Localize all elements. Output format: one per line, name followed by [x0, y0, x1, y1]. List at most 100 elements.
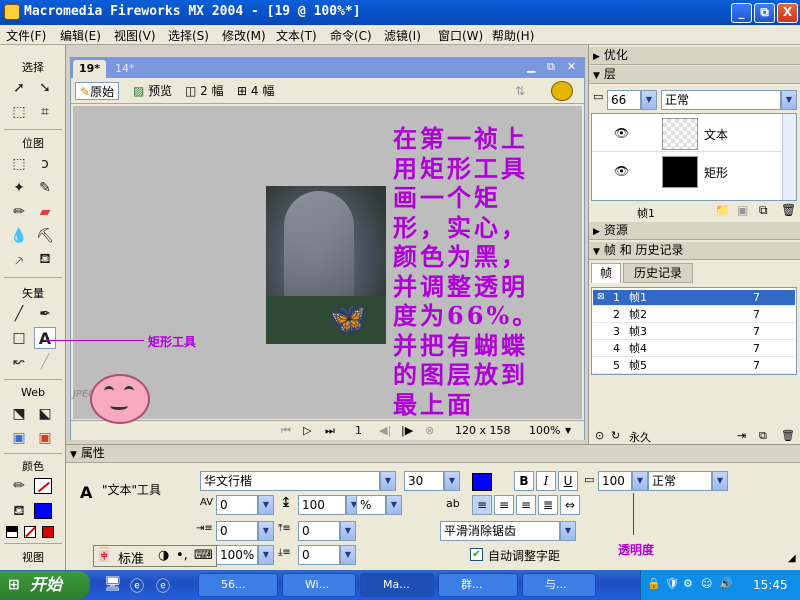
pen-tool-icon[interactable]: ✒ [34, 303, 56, 325]
quick-export-icon[interactable] [551, 81, 573, 101]
font-size-dropdown[interactable]: ▼ [444, 471, 460, 491]
distribute-icon[interactable]: ⇥ [737, 429, 746, 442]
half-width-icon[interactable]: ◑ [158, 548, 169, 563]
loop-icon[interactable]: ↻ [611, 429, 620, 442]
leading-field[interactable]: 100 [298, 495, 346, 515]
delete-layer-icon[interactable]: 🗑 [781, 203, 796, 217]
frame-row[interactable]: 5 帧5 7 [593, 358, 795, 374]
blur-tool-icon[interactable]: 💧 [8, 225, 30, 247]
default-colors-icon[interactable] [6, 526, 18, 538]
hotspot-tool-icon[interactable]: ⬔ [8, 403, 30, 425]
menu-filters[interactable]: 滤镜(I) [384, 27, 421, 44]
layer-row-rect[interactable]: 👁 矩形 [592, 154, 782, 190]
slice-tool-icon[interactable]: ⬕ [34, 403, 56, 425]
frame-row[interactable]: 2 帧2 7 [593, 307, 795, 323]
align-center-icon[interactable]: ≡ [494, 495, 514, 515]
optimize-panel-header[interactable]: ▶ 优化 [589, 47, 800, 65]
punctuation-icon[interactable]: •, [176, 548, 188, 563]
horizontal-scale-dropdown[interactable]: ▼ [258, 545, 274, 565]
font-family-field[interactable]: 华文行楷 [200, 471, 380, 491]
font-size-field[interactable]: 30 [404, 471, 444, 491]
prev-frame-icon[interactable]: ◀| [379, 424, 391, 437]
swap-colors-icon[interactable] [42, 526, 54, 538]
text-direction-icon[interactable]: ab [446, 497, 460, 510]
stroke-color-swatch[interactable] [34, 478, 52, 494]
frame-checkbox-icon[interactable]: ⊠ [597, 290, 605, 305]
pencil-tool-icon[interactable]: ✏ [8, 201, 30, 223]
menu-edit[interactable]: 编辑(E) [60, 27, 101, 44]
freeform-tool-icon[interactable]: ↜ [8, 351, 30, 373]
first-frame-icon[interactable]: ⏮ [281, 424, 291, 438]
underline-button[interactable]: U [558, 471, 578, 491]
fill-color-swatch[interactable] [34, 503, 52, 519]
tab-history[interactable]: 历史记录 [623, 263, 693, 283]
menu-view[interactable]: 视图(V) [114, 27, 156, 44]
layers-panel-header[interactable]: ▼ 层 [589, 66, 800, 84]
text-tool-icon[interactable]: A [34, 327, 56, 349]
menu-select[interactable]: 选择(S) [168, 27, 209, 44]
hide-slices-icon[interactable]: ▣ [8, 427, 30, 449]
scale-tool-icon[interactable]: ⬚ [8, 101, 30, 123]
object-blend-field[interactable]: 正常 [648, 471, 712, 491]
export-arrows-icon[interactable]: ⇅ [515, 82, 525, 100]
view-2up-tab[interactable]: ◫ 2 幅 [185, 82, 224, 100]
indent-field[interactable]: 0 [216, 521, 258, 541]
add-mask-icon[interactable]: ▣ [737, 203, 748, 217]
doc-minimize-icon[interactable]: ▁ [527, 60, 535, 73]
horizontal-scale-field[interactable]: 100% [216, 545, 258, 565]
tab-frames[interactable]: 帧 [591, 263, 621, 283]
italic-button[interactable]: I [536, 471, 556, 491]
rubber-stamp-tool-icon[interactable]: ⛏ [34, 225, 56, 247]
layer-opacity-dropdown[interactable]: ▼ [641, 90, 657, 110]
frames-history-panel-header[interactable]: ▼ 帧 和 历史记录 [589, 242, 800, 260]
assets-panel-header[interactable]: ▶ 资源 [589, 222, 800, 240]
menu-modify[interactable]: 修改(M) [222, 27, 266, 44]
tray-icon-4[interactable]: ☺ [701, 577, 712, 590]
restore-button[interactable]: ⧉ [754, 3, 775, 23]
frame-row[interactable]: ⊠ 1 帧1 7 [593, 290, 795, 306]
ime-logo-icon[interactable]: 🀄 [96, 548, 112, 563]
knife-tool-icon[interactable]: ╱ [34, 351, 56, 373]
tray-icon-3[interactable]: ⚙ [683, 577, 693, 590]
auto-kern-checkbox[interactable]: ✔ [470, 548, 483, 561]
doc-restore-icon[interactable]: ⧉ [547, 60, 555, 74]
browser-quicklaunch-icon[interactable]: ⓔ [130, 576, 144, 596]
properties-header[interactable]: ▼ 属性 [66, 445, 800, 463]
magic-wand-tool-icon[interactable]: ✦ [8, 177, 30, 199]
menu-help[interactable]: 帮助(H) [492, 27, 534, 44]
soft-keyboard-icon[interactable]: ⌨ [194, 548, 213, 563]
stop-icon[interactable]: ⊗ [425, 424, 434, 437]
layer-blend-mode[interactable]: 正常 [661, 90, 781, 110]
align-right-icon[interactable]: ≡ [516, 495, 536, 515]
play-icon[interactable]: ▷ [303, 424, 311, 437]
taskbar-item-2[interactable]: Wi... [282, 573, 356, 597]
close-button[interactable]: X [777, 3, 798, 23]
resize-grip-icon[interactable]: ◢ [788, 553, 796, 564]
minimize-button[interactable]: _ [731, 3, 752, 23]
rectangle-tool-icon[interactable]: □ [8, 327, 30, 349]
object-opacity-field[interactable]: 100 [598, 471, 632, 491]
taskbar-item-5[interactable]: 与... [522, 573, 596, 597]
doc-close-icon[interactable]: ✕ [567, 60, 576, 73]
leading-unit-dropdown[interactable]: ▼ [386, 495, 402, 515]
ime-mode-label[interactable]: 标准 [118, 548, 144, 567]
taskbar-item-4[interactable]: 群... [438, 573, 518, 597]
layer-row-text[interactable]: 👁 文本 [592, 116, 782, 152]
kerning-field[interactable]: 0 [216, 495, 258, 515]
view-original-tab[interactable]: ✎原始 [75, 82, 120, 100]
kerning-dropdown[interactable]: ▼ [258, 495, 274, 515]
leading-unit[interactable]: % [356, 495, 386, 515]
last-frame-icon[interactable]: ⏭ [325, 424, 335, 438]
anime-image[interactable]: 🦋 [266, 186, 386, 344]
tab-document-19[interactable]: 19* [73, 60, 107, 78]
space-before-dropdown[interactable]: ▼ [340, 521, 356, 541]
line-tool-icon[interactable]: ╱ [8, 303, 30, 325]
next-frame-icon[interactable]: |▶ [401, 424, 413, 437]
show-slices-icon[interactable]: ▣ [34, 427, 56, 449]
eyedropper-tool-icon[interactable]: ⸕ [8, 249, 30, 271]
baseline-dropdown[interactable]: ▼ [340, 545, 356, 565]
subselect-tool-icon[interactable]: ➘ [34, 77, 56, 99]
view-preview-tab[interactable]: ▨ 预览 [133, 82, 172, 100]
antialias-dropdown[interactable]: ▼ [560, 521, 576, 541]
taskbar-item-fireworks[interactable]: Ma... [360, 573, 434, 597]
